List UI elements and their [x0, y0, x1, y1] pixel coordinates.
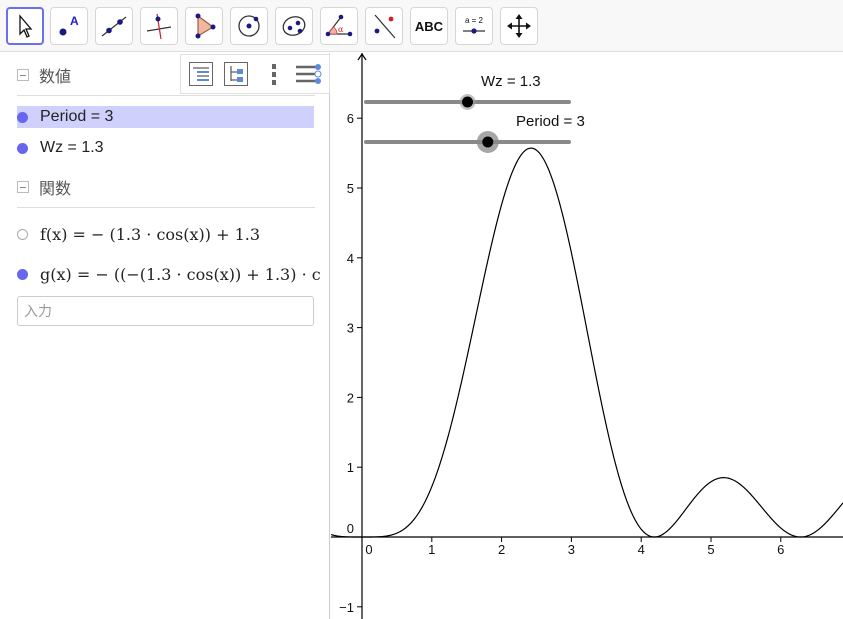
x-tick-label: 2	[498, 542, 505, 557]
slider-label-wz: Wz = 1.3	[481, 73, 541, 90]
polygon-tool-button[interactable]	[185, 7, 223, 45]
visibility-toggle-wz[interactable]	[17, 142, 28, 154]
text-tool-button[interactable]: ABC	[410, 7, 448, 45]
function-item-f[interactable]: f(x) = − (1.3 · cos(x)) + 1.3	[17, 223, 260, 245]
x-tick-label: 6	[777, 542, 784, 557]
x-tick-label: 5	[707, 542, 714, 557]
auxiliary-objects-button[interactable]	[222, 60, 250, 88]
function-f-definition: f(x) = − (1.3 · cos(x)) + 1.3	[40, 224, 261, 244]
y-tick-label: 5	[347, 181, 354, 196]
angle-icon: α	[325, 14, 353, 37]
visibility-toggle-f[interactable]	[17, 228, 28, 240]
input-placeholder: 入力	[24, 304, 52, 320]
move-tool-button[interactable]	[6, 7, 44, 45]
y-tick-label: −1	[339, 600, 354, 615]
x-tick-label: 1	[428, 542, 435, 557]
functions-group-header[interactable]: 関数	[17, 175, 71, 199]
numbers-group-header[interactable]: 数値	[17, 63, 71, 87]
visibility-toggle-period[interactable]	[17, 111, 28, 123]
slider-period-knob[interactable]	[482, 136, 494, 148]
reflect-tool-button[interactable]	[365, 7, 403, 45]
slider-tool-button[interactable]: a = 2	[455, 7, 493, 45]
angle-tool-letter: α	[338, 25, 344, 34]
graph-canvas[interactable]: 0 1 2 3 4 5 6 −1 0 1 2 3 4 5 6	[331, 53, 843, 619]
collapse-functions-toggle[interactable]	[17, 181, 29, 193]
algebra-view: 数値 Period = 3 Wz = 1.3 関数 f(x) = − (1.3 …	[0, 53, 330, 619]
circle-tool-button[interactable]	[230, 7, 268, 45]
style-bar-icon	[296, 64, 322, 84]
polygon-icon	[195, 13, 216, 39]
period-value: Period = 3	[40, 108, 114, 125]
ellipse-tool-button[interactable]	[275, 7, 313, 45]
vertical-dots-icon	[272, 64, 276, 85]
functions-group-label: 関数	[39, 179, 72, 198]
toolbar: A α ABC a = 2	[0, 0, 843, 52]
reflect-about-line-icon	[374, 14, 396, 39]
wz-value: Wz = 1.3	[40, 139, 104, 156]
style-bar-toggle-button[interactable]	[294, 60, 322, 88]
number-item-wz[interactable]: Wz = 1.3	[17, 137, 104, 159]
function-item-g[interactable]: g(x) = − ((−(1.3 · cos(x)) + 1.3) · c	[17, 263, 329, 285]
point-icon: A	[59, 14, 79, 36]
point-tool-letter: A	[70, 14, 79, 28]
numbers-group-label: 数値	[39, 67, 72, 86]
cursor-arrow-icon	[19, 14, 33, 38]
slider-tool-label: a = 2	[465, 16, 484, 25]
y-tick-label: 1	[347, 460, 354, 475]
sort-icon	[189, 62, 213, 86]
y-tick-label: 4	[347, 251, 354, 266]
visibility-toggle-g[interactable]	[17, 268, 28, 280]
x-tick-label: 3	[568, 542, 575, 557]
function-g-curve	[331, 147, 843, 538]
ellipse-icon	[282, 16, 306, 36]
move-arrows-icon	[507, 14, 531, 38]
line-tool-button[interactable]	[95, 7, 133, 45]
perpendicular-tool-button[interactable]	[140, 7, 178, 45]
tree-icon	[224, 62, 248, 86]
more-options-button[interactable]	[260, 60, 288, 88]
collapse-numbers-toggle[interactable]	[17, 69, 29, 81]
y-tick-label: 6	[347, 111, 354, 126]
perpendicular-line-icon	[146, 13, 172, 40]
y-tick-label: 0	[347, 521, 354, 536]
slider-wz-knob[interactable]	[462, 96, 473, 108]
divider	[17, 95, 315, 96]
y-tick-label: 3	[347, 321, 354, 336]
angle-tool-button[interactable]: α	[320, 7, 358, 45]
slider-icon: a = 2	[463, 16, 485, 34]
line-through-points-icon	[101, 16, 127, 37]
slider-label-period: Period = 3	[516, 113, 585, 130]
sort-by-button[interactable]	[187, 60, 215, 88]
divider	[17, 207, 315, 208]
move-graphics-tool-button[interactable]	[500, 7, 538, 45]
algebra-toolbar	[180, 54, 330, 94]
point-tool-button[interactable]: A	[50, 7, 88, 45]
text-icon: ABC	[414, 18, 444, 34]
input-bar[interactable]: 入力	[17, 296, 314, 326]
graphics-view[interactable]: 0 1 2 3 4 5 6 −1 0 1 2 3 4 5 6 Wz = 1.3 Period = 3	[331, 53, 843, 619]
number-item-period[interactable]: Period = 3	[17, 106, 314, 128]
x-tick-label: 4	[638, 542, 645, 557]
x-tick-label: 0	[365, 542, 372, 557]
function-g-definition: g(x) = − ((−(1.3 · cos(x)) + 1.3) · c	[40, 264, 321, 284]
y-tick-label: 2	[347, 390, 354, 405]
circle-center-point-icon	[238, 15, 260, 37]
